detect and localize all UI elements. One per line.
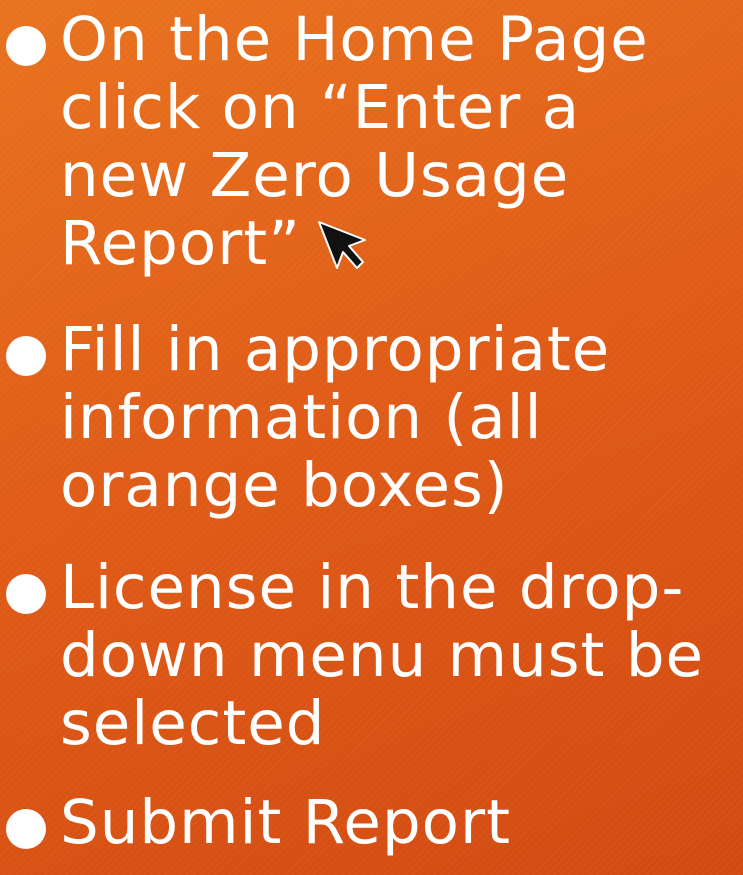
mouse-pointer-arrow-icon (317, 221, 366, 270)
bullet-line-text: Report” (60, 208, 301, 279)
bullet-line: down menu must be (60, 620, 705, 691)
bullet-line: new Zero Usage (60, 140, 570, 211)
bullet-dot-icon (6, 26, 46, 66)
bullet-line: Submit Report (60, 787, 511, 858)
bullet-dot-icon (6, 809, 46, 849)
bullet-dot-icon (6, 336, 46, 376)
bullet-line: License in the drop- (60, 552, 685, 623)
bullet-text: On the Home Page click on “Enter a new Z… (60, 6, 743, 278)
bullet-line: click on “Enter a (60, 72, 581, 143)
bullet-text: Submit Report (60, 789, 743, 857)
bullet-text: Fill in appropriate information (all ora… (60, 316, 743, 520)
bullet-line-with-cursor: Report” (60, 210, 743, 278)
bullet-line: Fill in appropriate (60, 314, 611, 385)
bullet-line: information (all (60, 382, 543, 453)
bullet-line: selected (60, 688, 326, 759)
bullet-line: On the Home Page (60, 4, 649, 75)
bullet-dot-icon (6, 574, 46, 614)
bullet-line: orange boxes) (60, 450, 509, 521)
bullet-text: License in the drop- down menu must be s… (60, 554, 743, 758)
